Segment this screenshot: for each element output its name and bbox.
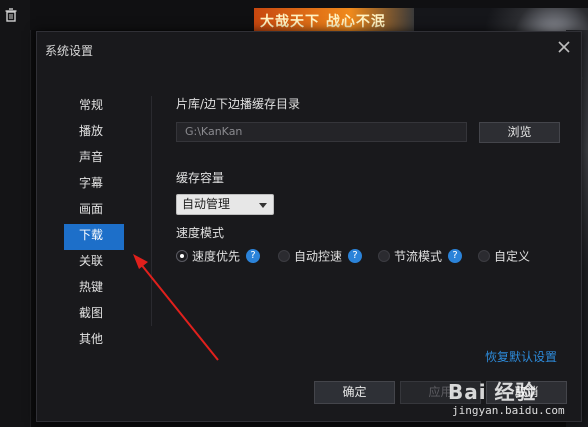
ok-button[interactable]: 确定 — [314, 381, 395, 404]
cache-dir-label: 片库/边下边播缓存目录 — [176, 97, 301, 111]
settings-nav: 常规 播放 声音 字幕 画面 下载 关联 热键 截图 其他 — [64, 94, 124, 354]
nav-item-screenshot[interactable]: 截图 — [64, 302, 124, 328]
help-icon[interactable]: ? — [246, 248, 261, 263]
cache-size-label: 缓存容量 — [176, 171, 225, 185]
nav-item-playback[interactable]: 播放 — [64, 120, 124, 146]
nav-item-download[interactable]: 下载 — [64, 224, 124, 250]
nav-item-general[interactable]: 常规 — [64, 94, 124, 120]
radio-unchecked-icon — [378, 249, 390, 262]
cache-size-select[interactable]: 自动管理 — [176, 194, 274, 215]
restore-defaults-link[interactable]: 恢复默认设置 — [485, 348, 557, 365]
help-icon[interactable]: ? — [348, 248, 363, 263]
nav-item-picture[interactable]: 画面 — [64, 198, 124, 224]
nav-item-sound[interactable]: 声音 — [64, 146, 124, 172]
chevron-down-icon — [259, 203, 267, 208]
close-icon[interactable] — [557, 40, 571, 54]
settings-dialog: 系统设置 常规 播放 声音 字幕 画面 下载 关联 热键 截图 其他 片库/边下… — [36, 31, 582, 422]
browse-button[interactable]: 浏览 — [479, 122, 560, 143]
dialog-title: 系统设置 — [45, 44, 94, 58]
cache-size-value: 自动管理 — [182, 197, 231, 211]
trash-icon[interactable] — [4, 8, 18, 22]
radio-throttle-mode[interactable]: 节流模式? — [378, 247, 463, 265]
watermark-url: jingyan.baidu.com — [452, 404, 565, 417]
nav-item-hotkeys[interactable]: 热键 — [64, 276, 124, 302]
nav-item-subtitles[interactable]: 字幕 — [64, 172, 124, 198]
speed-mode-label: 速度模式 — [176, 226, 225, 240]
radio-custom[interactable]: 自定义 — [478, 247, 530, 265]
nav-item-association[interactable]: 关联 — [64, 250, 124, 276]
nav-divider — [151, 96, 152, 326]
watermark-brand: Bai 经验 — [448, 380, 537, 404]
ad-banner-text: 大哉天下 战心不泯 — [260, 14, 386, 30]
cache-dir-input[interactable] — [176, 122, 467, 142]
radio-auto-speed[interactable]: 自动控速? — [278, 247, 363, 265]
baidu-watermark: Bai 经验 jingyan.baidu.com — [448, 366, 578, 424]
radio-unchecked-icon — [278, 249, 290, 262]
help-icon[interactable]: ? — [448, 248, 463, 263]
radio-unchecked-icon — [478, 249, 490, 262]
background-sidebar — [0, 0, 31, 427]
nav-item-other[interactable]: 其他 — [64, 328, 124, 354]
radio-speed-priority[interactable]: 速度优先? — [176, 247, 261, 265]
radio-checked-icon — [176, 249, 188, 262]
